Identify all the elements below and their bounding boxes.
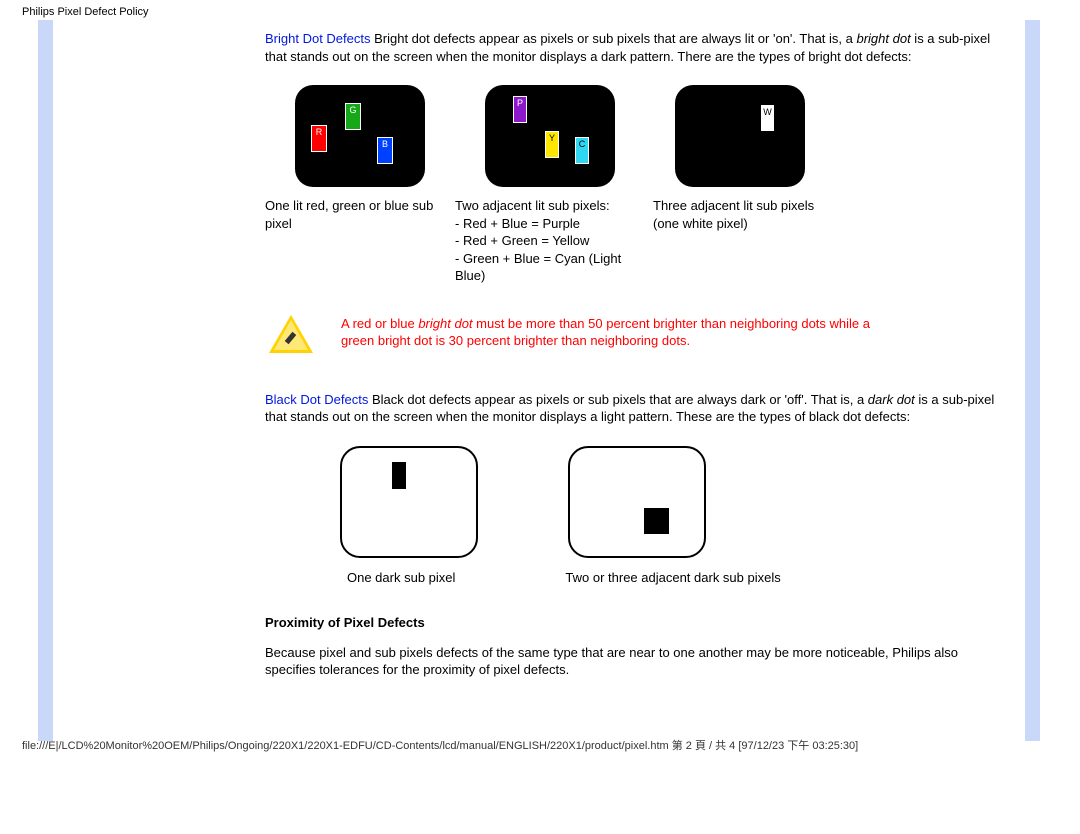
warning-icon	[269, 315, 313, 355]
bright-dot-term: bright dot	[856, 31, 910, 46]
subpixel-red: R	[311, 125, 327, 152]
bright-dot-label: Bright Dot Defects	[265, 31, 371, 46]
dark-subpixel-group	[644, 508, 669, 534]
subpixel-purple: P	[513, 96, 527, 123]
dark-example-multi	[568, 446, 706, 558]
subpixel-green: G	[345, 103, 361, 130]
header-title: Philips Pixel Defect Policy	[0, 0, 1080, 18]
caption-multi-dark: Two or three adjacent dark sub pixels	[565, 570, 780, 585]
dark-captions: One dark sub pixel Two or three adjacent…	[347, 570, 1010, 585]
proximity-paragraph: Because pixel and sub pixels defects of …	[265, 644, 1010, 679]
cap3-l2: (one white pixel)	[653, 216, 748, 231]
bright-captions: One lit red, green or blue sub pixel Two…	[265, 197, 1010, 285]
black-dot-label: Black Dot Defects	[265, 392, 368, 407]
caption-one-dark: One dark sub pixel	[347, 570, 455, 585]
bright-dot-paragraph: Bright Dot Defects Bright dot defects ap…	[265, 30, 1010, 65]
cap2-head: Two adjacent lit sub pixels:	[455, 198, 610, 213]
warn-term: bright dot	[418, 316, 472, 331]
bright-example-rgb: R G B	[295, 85, 425, 187]
dark-text-a: Black dot defects appear as pixels or su…	[368, 392, 867, 407]
footer-path: file:///E|/LCD%20Monitor%20OEM/Philips/O…	[0, 733, 1080, 761]
caption-three-adjacent: Three adjacent lit sub pixels (one white…	[653, 197, 863, 285]
cap2-l1: - Red + Blue = Purple	[455, 216, 580, 231]
cap2-l3: - Green + Blue = Cyan (Light Blue)	[455, 251, 621, 284]
bright-dot-images: R G B P Y C W	[295, 85, 1010, 187]
warning-row: A red or blue bright dot must be more th…	[269, 315, 1010, 355]
bright-text-a: Bright dot defects appear as pixels or s…	[371, 31, 857, 46]
proximity-heading: Proximity of Pixel Defects	[265, 615, 1010, 630]
left-margin-bar	[38, 20, 53, 741]
caption-two-adjacent: Two adjacent lit sub pixels: - Red + Blu…	[455, 197, 653, 285]
caption-one-lit: One lit red, green or blue sub pixel	[265, 197, 455, 285]
bright-example-white: W	[675, 85, 805, 187]
bright-example-pyc: P Y C	[485, 85, 615, 187]
dark-dot-term: dark dot	[868, 392, 915, 407]
cap3-l1: Three adjacent lit sub pixels	[653, 198, 814, 213]
warn-a: A red or blue	[341, 316, 418, 331]
warning-text: A red or blue bright dot must be more th…	[341, 315, 881, 350]
subpixel-cyan: C	[575, 137, 589, 164]
main-content: Bright Dot Defects Bright dot defects ap…	[60, 18, 1020, 733]
dark-subpixel	[392, 462, 406, 489]
black-dot-paragraph: Black Dot Defects Black dot defects appe…	[265, 391, 1010, 426]
subpixel-yellow: Y	[545, 131, 559, 158]
subpixel-blue: B	[377, 137, 393, 164]
subpixel-white: W	[761, 105, 774, 131]
cap2-l2: - Red + Green = Yellow	[455, 233, 589, 248]
right-margin-bar	[1025, 20, 1040, 741]
dark-dot-images	[340, 446, 1010, 558]
dark-example-one	[340, 446, 478, 558]
